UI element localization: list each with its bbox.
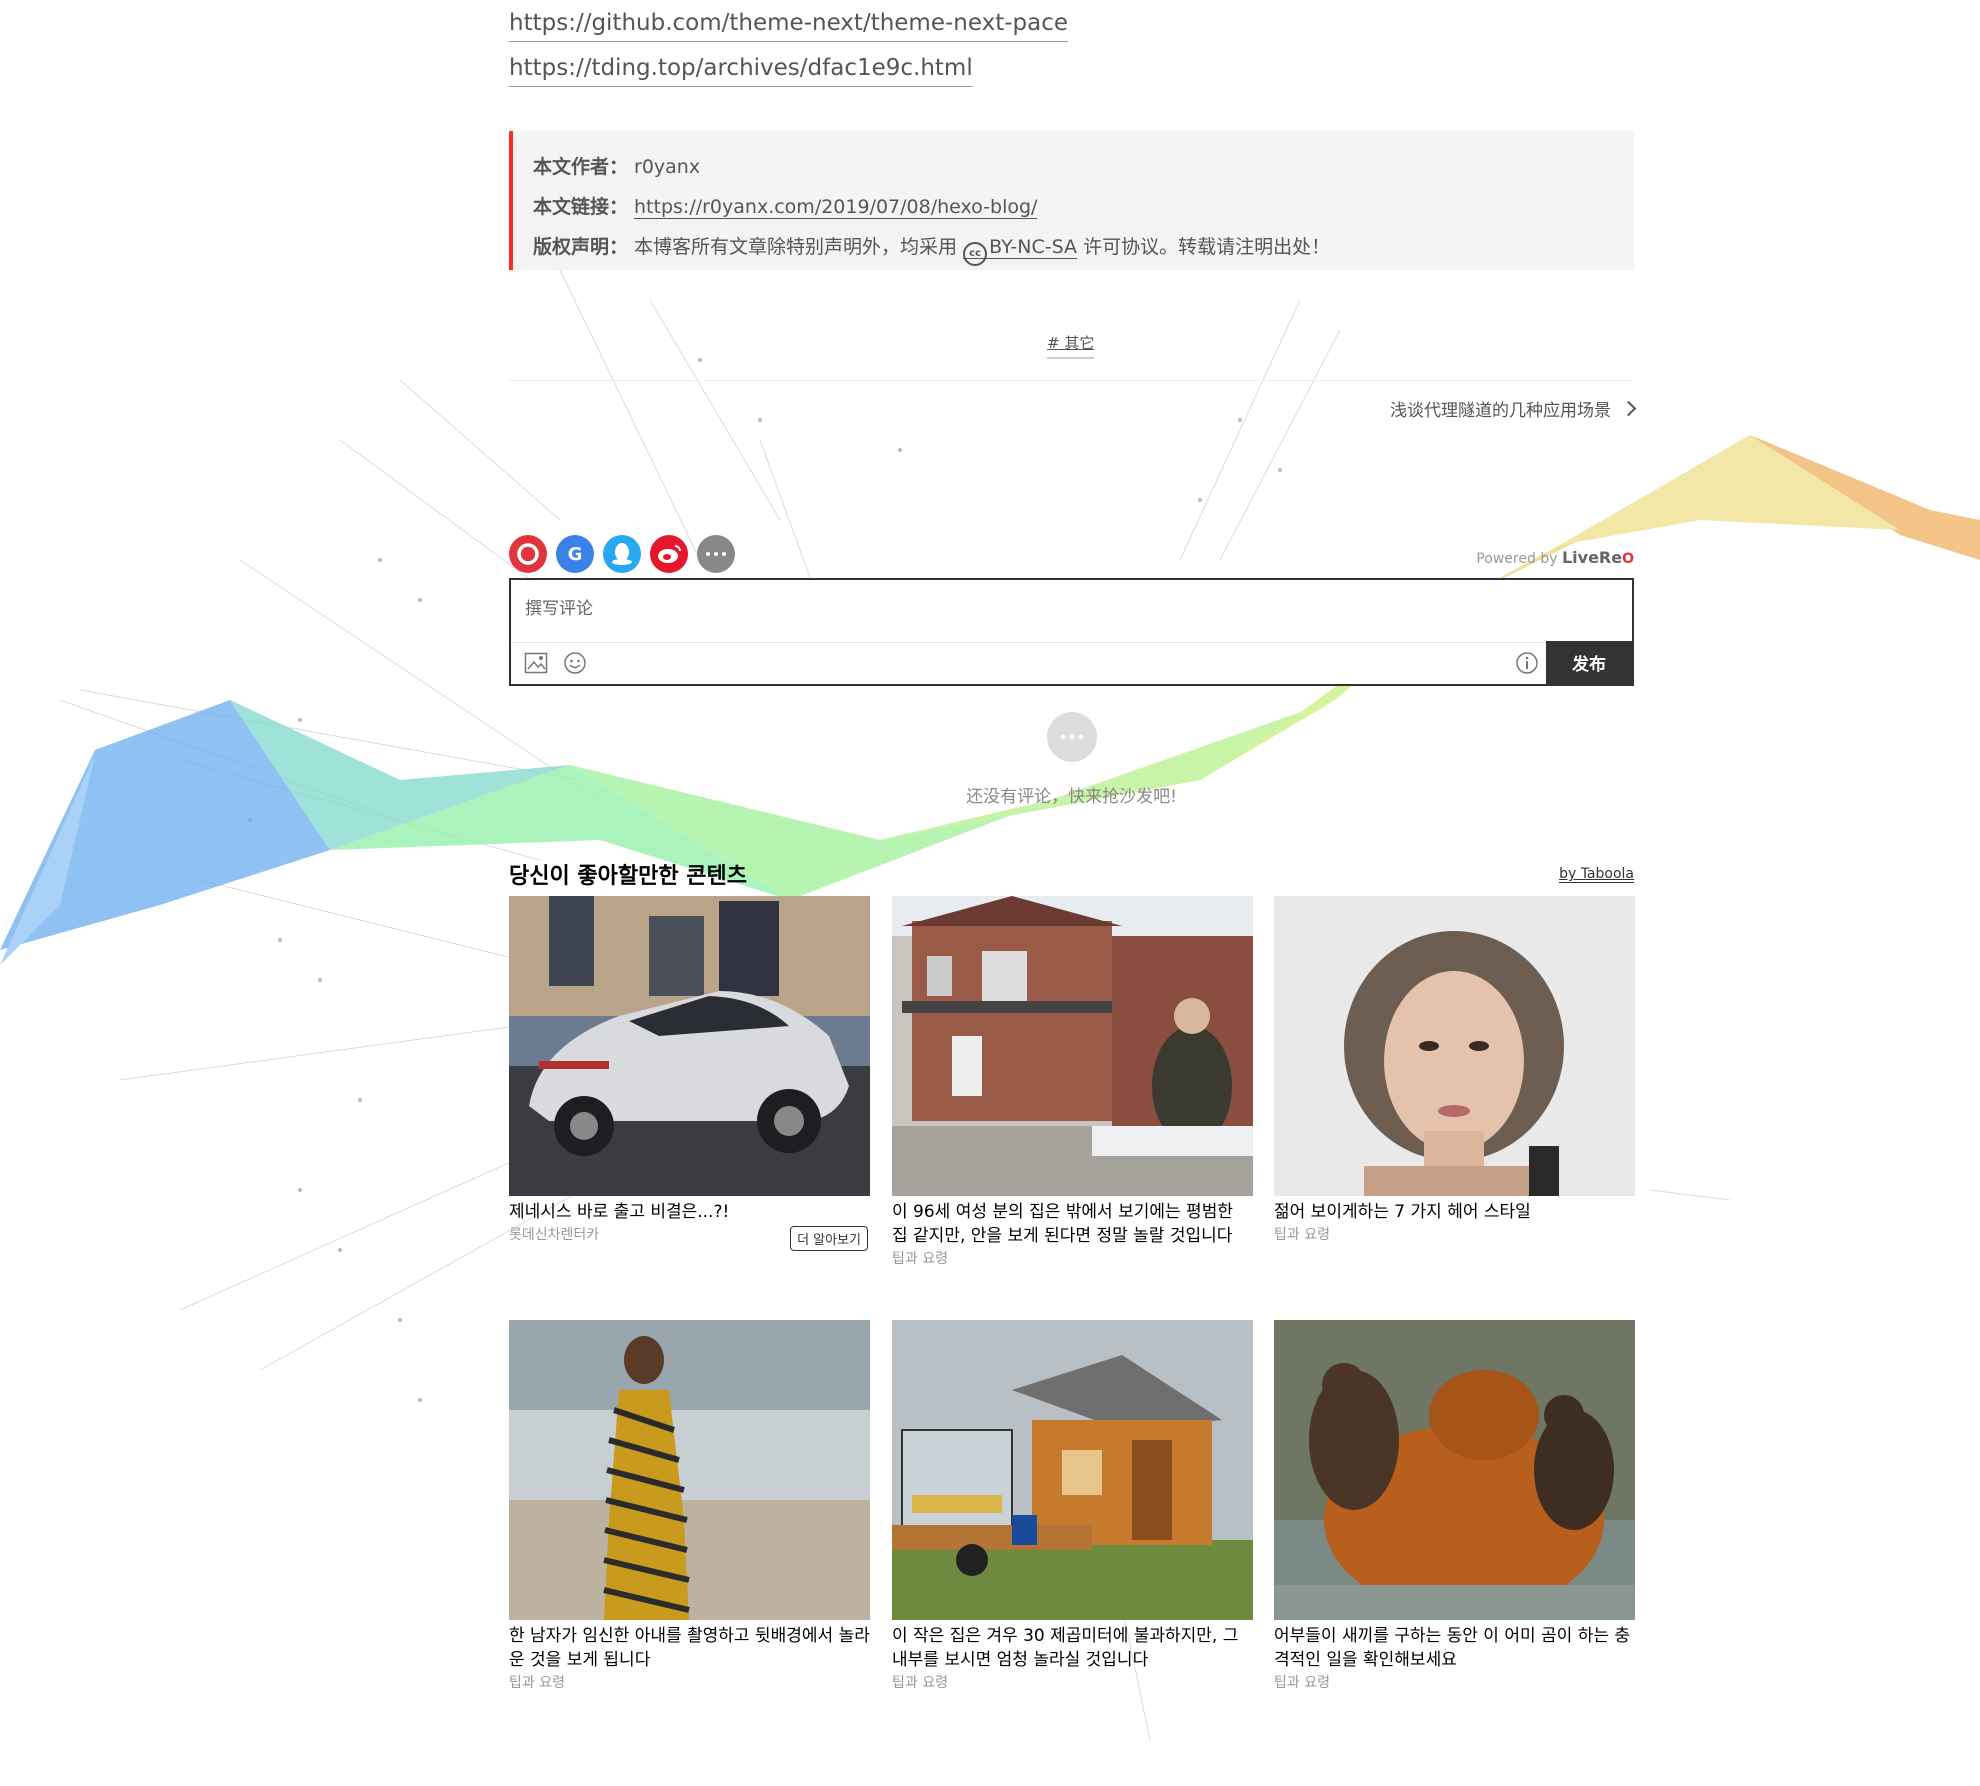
livere-powered-by[interactable]: Powered by LiveReO — [1476, 548, 1634, 567]
card-thumbnail[interactable] — [509, 1320, 870, 1620]
no-comments-message: 还没有评论，快来抢沙发吧! — [966, 787, 1177, 807]
next-post-title: 浅谈代理隧道的几种应用场景 — [1390, 401, 1611, 421]
next-post-link[interactable]: 浅谈代理隧道的几种应用场景 — [1390, 396, 1637, 421]
recommendation-card[interactable]: 이 96세 여성 분의 집은 밖에서 보기에는 평범한 집 같지만, 안을 보게… — [892, 896, 1253, 1270]
card-thumbnail[interactable] — [1274, 896, 1635, 1196]
card-source: 팁과 요령 — [1274, 1227, 1330, 1243]
recommendation-card[interactable]: 이 작은 집은 겨우 30 제곱미터에 불과하지만, 그 내부를 보시면 엄청 … — [892, 1320, 1253, 1694]
card-thumbnail[interactable] — [1274, 1320, 1635, 1620]
card-title[interactable]: 이 작은 집은 겨우 30 제곱미터에 불과하지만, 그 내부를 보시면 엄청 … — [892, 1624, 1253, 1672]
google-login-icon[interactable]: G — [556, 535, 594, 573]
taboola-brand-link[interactable]: by Taboola — [1559, 866, 1634, 883]
license-text-pre: 本博客所有文章除特别声明外，均采用 — [634, 236, 958, 258]
chevron-right-icon — [1620, 400, 1637, 417]
card-thumbnail[interactable] — [509, 896, 870, 1196]
copyright-author-row: 本文作者： r0yanx — [533, 147, 1634, 187]
recommendation-card[interactable]: 제네시스 바로 출고 비결은...?! 롯데신차렌터카 더 알아보기 — [509, 896, 870, 1251]
card-title[interactable]: 어부들이 새끼를 구하는 동안 이 어미 곰이 하는 충격적인 일을 확인해보세… — [1274, 1624, 1635, 1672]
copyright-license-key: 版权声明： — [533, 236, 629, 258]
livere-brand: LiveRe — [1561, 548, 1623, 567]
livere-brand-mark: O — [1622, 551, 1634, 567]
recommendation-card[interactable]: 어부들이 새끼를 구하는 동안 이 어미 곰이 하는 충격적인 일을 확인해보세… — [1274, 1320, 1635, 1694]
copyright-notice: 本文作者： r0yanx 本文链接： https://r0yanx.com/2019… — [509, 131, 1634, 270]
comment-editor: 发布 — [509, 578, 1634, 686]
reference-link[interactable]: https://tding.top/archives/dfac1e9c.html — [509, 52, 973, 87]
copyright-author: r0yanx — [634, 156, 701, 178]
social-login-bar: G — [509, 535, 735, 573]
comment-editor-divider — [511, 642, 1632, 643]
license-text-post: 许可协议。转载请注明出处！ — [1083, 236, 1331, 258]
copyright-author-key: 本文作者： — [533, 156, 629, 178]
recommendation-card[interactable]: 젊어 보이게하는 7 가지 헤어 스타일 팁과 요령 — [1274, 896, 1635, 1246]
taboola-heading: 당신이 좋아할만한 콘텐츠 — [509, 864, 747, 889]
more-login-icon[interactable] — [697, 535, 735, 573]
cc-license-icon: cc — [963, 242, 988, 266]
card-source: 팁과 요령 — [509, 1675, 565, 1691]
copyright-link-row: 本文链接： https://r0yanx.com/2019/07/08/hexo-… — [533, 187, 1634, 227]
publish-button[interactable]: 发布 — [1546, 641, 1632, 684]
copyright-license-row: 版权声明： 本博客所有文章除特别声明外，均采用 cc BY-NC-SA 许可协议。转… — [533, 227, 1634, 267]
card-thumbnail[interactable] — [892, 896, 1253, 1196]
post-footer-divider — [509, 380, 1634, 381]
card-thumbnail[interactable] — [892, 1320, 1253, 1620]
card-title[interactable]: 젊어 보이게하는 7 가지 헤어 스타일 — [1274, 1200, 1635, 1224]
card-title[interactable]: 제네시스 바로 출고 비결은...?! — [509, 1200, 870, 1224]
card-title[interactable]: 한 남자가 임신한 아내를 촬영하고 뒷배경에서 놀라운 것을 보게 됩니다 — [509, 1624, 870, 1672]
learn-more-button[interactable]: 더 알아보기 — [790, 1226, 868, 1251]
weibo-login-icon[interactable] — [650, 535, 688, 573]
card-source: 팁과 요령 — [1274, 1675, 1330, 1691]
reference-link[interactable]: https://github.com/theme-next/theme-next… — [509, 7, 1069, 42]
license-link[interactable]: cc BY-NC-SA — [963, 236, 1078, 266]
copyright-link-key: 本文链接： — [533, 196, 629, 218]
emoji-icon[interactable] — [562, 650, 588, 676]
card-source: 팁과 요령 — [892, 1675, 948, 1691]
image-upload-icon[interactable] — [523, 650, 549, 676]
license-name: BY-NC-SA — [989, 236, 1078, 258]
post-permalink[interactable]: https://r0yanx.com/2019/07/08/hexo-blog/ — [634, 196, 1038, 219]
qq-login-icon[interactable] — [603, 535, 641, 573]
powered-by-label: Powered by — [1476, 551, 1558, 567]
card-title[interactable]: 이 96세 여성 분의 집은 밖에서 보기에는 평범한 집 같지만, 안을 보게… — [892, 1200, 1253, 1248]
recommendation-card[interactable]: 한 남자가 임신한 아내를 촬영하고 뒷배경에서 놀라운 것을 보게 됩니다 팁… — [509, 1320, 870, 1694]
livere-login-icon[interactable] — [509, 535, 547, 573]
post-tag[interactable]: # 其它 — [1047, 332, 1095, 359]
comment-bubble-icon — [1047, 712, 1097, 762]
info-icon[interactable] — [1514, 650, 1540, 676]
card-source: 팁과 요령 — [892, 1251, 948, 1267]
ribbon — [0, 435, 1980, 965]
comment-input[interactable] — [523, 592, 1607, 626]
